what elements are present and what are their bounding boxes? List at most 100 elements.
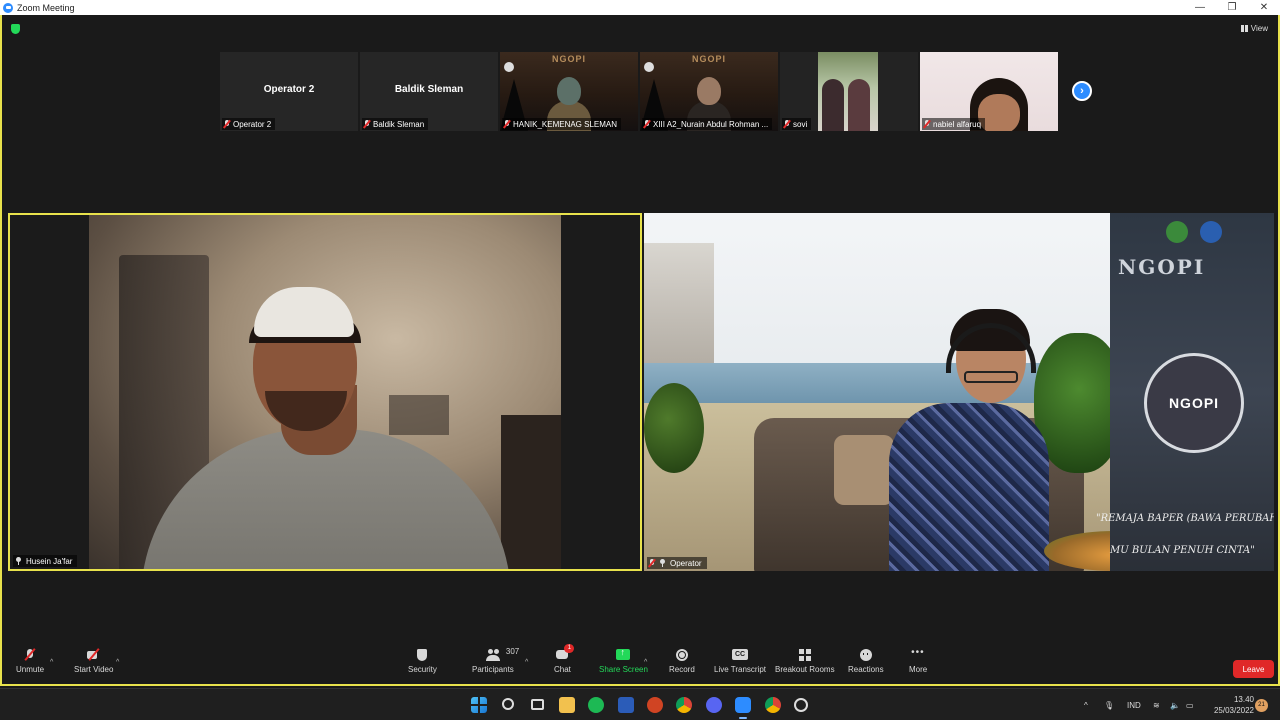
volume-icon[interactable]: 🔈	[1170, 689, 1180, 720]
participant-display-name: Baldik Sleman	[394, 84, 464, 95]
wifi-icon[interactable]: ≋	[1153, 689, 1160, 720]
poster-title: NGOPI	[551, 54, 586, 64]
security-button[interactable]: Security	[408, 649, 437, 674]
participants-options-caret[interactable]: ^	[525, 659, 528, 666]
restore-button[interactable]: ❐	[1216, 0, 1248, 15]
obs-icon[interactable]	[794, 698, 808, 712]
microphone-tray-icon[interactable]: 🎙	[1104, 689, 1114, 720]
chevron-right-icon: ›	[1080, 84, 1084, 97]
spotify-icon[interactable]	[588, 697, 604, 713]
poster-title: NGOPI	[691, 54, 726, 64]
chrome-icon[interactable]	[676, 697, 692, 713]
video-name-label: Husein Ja'far	[13, 555, 78, 567]
windows-taskbar: ^ 🎙 IND ≋ 🔈 ▭ 13.40 25/03/2022 21	[0, 688, 1280, 720]
breakout-rooms-button[interactable]: Breakout Rooms	[775, 649, 835, 674]
share-options-caret[interactable]: ^	[644, 659, 647, 666]
reactions-label: Reactions	[848, 665, 884, 674]
mic-muted-icon	[784, 120, 790, 128]
video-options-caret[interactable]: ^	[116, 659, 119, 666]
participant-display-name: Operator 2	[263, 84, 315, 95]
discord-icon[interactable]	[706, 697, 722, 713]
chat-icon: 1	[555, 644, 575, 661]
live-transcript-button[interactable]: Live Transcript	[714, 649, 766, 674]
reactions-smiley-icon	[859, 649, 873, 661]
more-button[interactable]: More	[909, 647, 928, 674]
chat-label: Chat	[554, 665, 571, 674]
participants-count: 307	[505, 647, 520, 656]
participant-video	[818, 52, 878, 131]
tray-overflow-caret[interactable]: ^	[1084, 689, 1088, 720]
language-indicator[interactable]: IND	[1127, 689, 1141, 720]
banner-tagline: MU BULAN PENUH CINTA"	[1110, 545, 1255, 556]
participant-label: HANIK_KEMENAG SLEMAN	[502, 118, 622, 130]
participant-tile-operator-2[interactable]: Operator 2 Operator 2	[220, 52, 358, 131]
breakout-rooms-icon	[798, 649, 812, 661]
notification-badge[interactable]: 21	[1255, 699, 1268, 712]
close-button[interactable]: ✕	[1248, 0, 1280, 15]
word-icon[interactable]	[618, 697, 634, 713]
search-icon[interactable]	[502, 698, 514, 710]
participant-name: Operator 2	[233, 119, 272, 129]
participant-tile-baldik-sleman[interactable]: Baldik Sleman Baldik Sleman	[360, 52, 498, 131]
taskbar-clock[interactable]: 13.40 25/03/2022	[1204, 694, 1254, 716]
record-button[interactable]: Record	[669, 649, 695, 674]
record-label: Record	[669, 665, 695, 674]
video-off-icon	[86, 649, 101, 661]
participant-label: Baldik Sleman	[362, 118, 429, 130]
unmute-label: Unmute	[16, 665, 45, 674]
participants-button[interactable]: 307 Participants	[472, 647, 519, 674]
closed-caption-icon	[732, 649, 749, 661]
participant-name: Operator	[670, 558, 702, 568]
encryption-shield-icon[interactable]	[11, 24, 20, 34]
more-label: More	[909, 665, 928, 674]
participant-tile-hanik[interactable]: NGOPI HANIK_KEMENAG SLEMAN	[500, 52, 638, 131]
file-explorer-icon[interactable]	[559, 697, 575, 713]
participant-name: sovi	[793, 119, 808, 129]
more-dots-icon	[911, 647, 925, 661]
view-button[interactable]: View	[1240, 24, 1268, 33]
participant-name: Husein Ja'far	[26, 556, 73, 566]
chrome-profile-icon[interactable]	[765, 697, 781, 713]
speaker-video-feed	[89, 215, 561, 569]
video-name-label: Operator	[647, 557, 707, 569]
task-view-icon[interactable]	[531, 699, 544, 710]
participants-label: Participants	[472, 665, 514, 674]
zoom-taskbar-icon[interactable]	[735, 697, 751, 713]
participant-label: nabiel alfaruq	[922, 118, 986, 130]
participant-label: sovi	[782, 118, 812, 130]
powerpoint-icon[interactable]	[647, 697, 663, 713]
mic-muted-icon	[644, 120, 650, 128]
participant-tile-sovi[interactable]: sovi	[780, 52, 918, 131]
participant-tile-nabiel[interactable]: nabiel alfaruq	[920, 52, 1058, 131]
minimize-button[interactable]: —	[1184, 0, 1216, 15]
video-operator[interactable]: NGOPI NGOPI "REMAJA BAPER (BAWA PERUBAHA…	[644, 213, 1274, 571]
participant-name: HANIK_KEMENAG SLEMAN	[513, 119, 618, 129]
zoom-app-icon	[3, 2, 13, 13]
audio-options-caret[interactable]: ^	[50, 659, 53, 666]
video-husein-jafar[interactable]: Husein Ja'far	[8, 213, 642, 571]
start-video-label: Start Video	[74, 665, 114, 674]
windows-start-icon[interactable]	[471, 697, 487, 713]
start-video-button[interactable]: Start Video	[74, 649, 113, 674]
participants-icon: 307	[485, 647, 519, 661]
window-titlebar: Zoom Meeting — ❐ ✕	[0, 0, 1280, 15]
event-banner: NGOPI NGOPI "REMAJA BAPER (BAWA PERUBAHA…	[1096, 213, 1274, 571]
mic-muted-icon	[649, 559, 655, 567]
participant-strip: Operator 2 Operator 2 Baldik Sleman Bald…	[220, 52, 1058, 131]
mic-muted-icon	[364, 120, 370, 128]
participant-tile-nurain[interactable]: NGOPI XIII A2_Nurain Abdul Rohman ...	[640, 52, 778, 131]
share-screen-button[interactable]: Share Screen	[599, 647, 648, 674]
mic-muted-icon	[224, 120, 230, 128]
meeting-controls: Unmute ^ Start Video ^ Security 307 Part…	[0, 644, 1280, 686]
breakout-rooms-label: Breakout Rooms	[775, 665, 835, 674]
share-screen-label: Share Screen	[599, 665, 648, 674]
chat-button[interactable]: 1 Chat	[554, 644, 575, 674]
battery-icon[interactable]: ▭	[1186, 689, 1194, 720]
next-page-button[interactable]: ›	[1072, 81, 1092, 101]
participant-label: XIII A2_Nurain Abdul Rohman ...	[642, 118, 773, 130]
active-app-indicator	[739, 717, 747, 719]
leave-button[interactable]: Leave	[1233, 660, 1274, 678]
unmute-button[interactable]: Unmute	[16, 649, 44, 674]
reactions-button[interactable]: Reactions	[848, 649, 884, 674]
meeting-area: View Operator 2 Operator 2 Baldik Sleman…	[0, 15, 1280, 655]
